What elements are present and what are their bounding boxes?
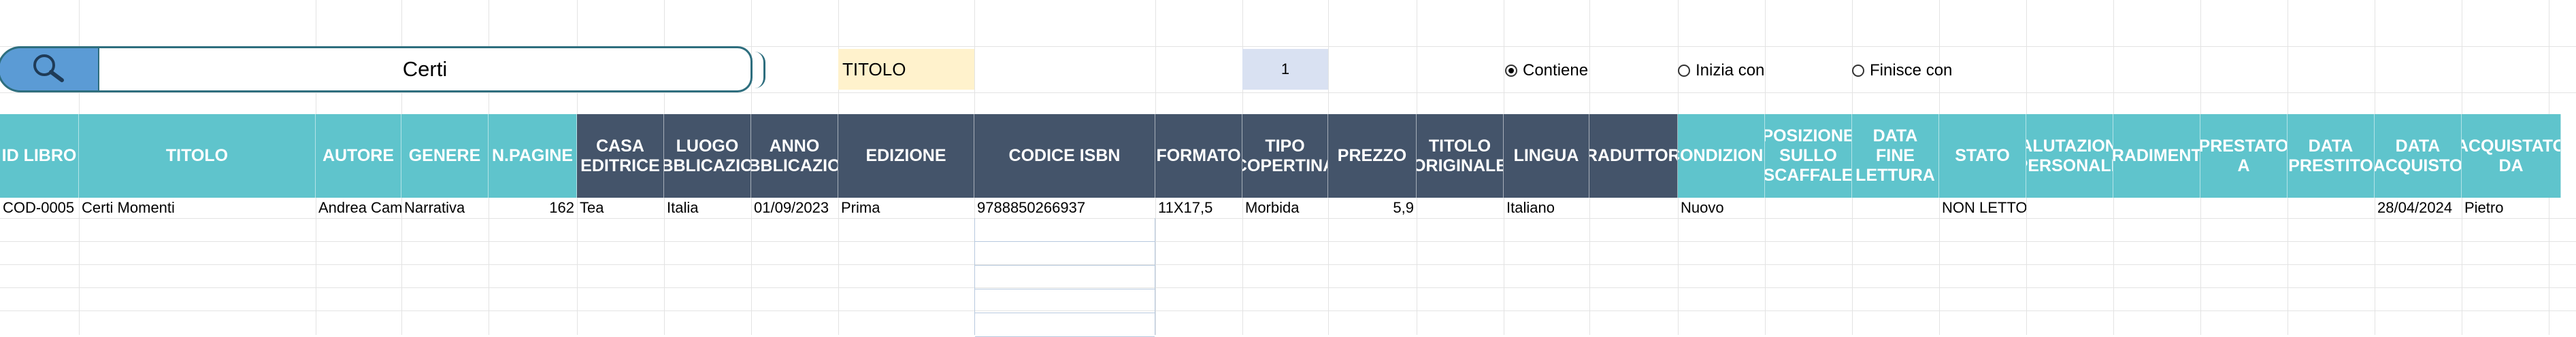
cell-gradimento[interactable] — [2113, 198, 2200, 218]
cell-titolo-originale[interactable] — [1417, 198, 1504, 218]
cell-genere[interactable]: Narrativa — [401, 198, 489, 218]
cell-casa-editrice[interactable]: Tea — [577, 198, 664, 218]
cell-codice-isbn[interactable]: 9788850266937 — [974, 198, 1155, 218]
cell-edizione[interactable]: Prima — [838, 198, 974, 218]
search-button[interactable] — [0, 46, 98, 92]
header-data-prestito[interactable]: DATA PRESTITO — [2288, 114, 2375, 198]
cell-condizione[interactable]: Nuovo — [1678, 198, 1765, 218]
cell-data-fine-lettura[interactable] — [1852, 198, 1939, 218]
header-titolo[interactable]: TITOLO — [79, 114, 316, 198]
radio-label: Inizia con — [1696, 61, 1765, 79]
search-icon — [28, 52, 70, 88]
header-stato[interactable]: STATO — [1939, 114, 2026, 198]
header-genere[interactable]: GENERE — [401, 114, 489, 198]
header-anno-pubblicazione[interactable]: ANNO PUBBLICAZIONE — [751, 114, 838, 198]
radio-empty-icon — [1678, 65, 1690, 77]
header-data-fine-lettura[interactable]: DATA FINE LETTURA — [1852, 114, 1939, 198]
header-n-pagine[interactable]: N.PAGINE — [489, 114, 577, 198]
search-input[interactable]: Certi — [98, 46, 753, 92]
header-lingua[interactable]: LINGUA — [1504, 114, 1589, 198]
cell-id-libro[interactable]: COD-0005 — [0, 198, 79, 218]
cell-traduttore[interactable] — [1589, 198, 1678, 218]
header-titolo-originale[interactable]: TITOLO ORIGINALE — [1417, 114, 1504, 198]
cell-acquistato-da[interactable]: Pietro — [2462, 198, 2561, 218]
cell-lingua[interactable]: Italiano — [1504, 198, 1589, 218]
header-traduttore[interactable]: TRADUTTORE — [1589, 114, 1678, 198]
header-codice-isbn[interactable]: CODICE ISBN — [974, 114, 1155, 198]
search-bar: Certi — [0, 46, 765, 92]
header-valutazione-personale[interactable]: VALUTAZIONE PERSONALE — [2026, 114, 2113, 198]
cell-luogo-pubblicazione[interactable]: Italia — [664, 198, 751, 218]
cell-stato[interactable]: NON LETTO — [1939, 198, 2026, 218]
header-luogo-pubblicazione[interactable]: LUOGO PUBBLICAZIONE — [664, 114, 751, 198]
header-formato[interactable]: FORMATO — [1155, 114, 1242, 198]
search-field-cell[interactable]: TITOLO — [838, 49, 974, 90]
header-edizione[interactable]: EDIZIONE — [838, 114, 974, 198]
header-casa-editrice[interactable]: CASA EDITRICE — [577, 114, 664, 198]
radio-contiene[interactable]: Contiene — [1505, 61, 1589, 79]
header-posizione-scaffale[interactable]: POSIZIONE SULLO SCAFFALE — [1765, 114, 1852, 198]
radio-selected-icon — [1505, 65, 1517, 77]
cell-titolo[interactable]: Certi Momenti — [79, 198, 316, 218]
header-id-libro[interactable]: ID LIBRO — [0, 114, 79, 198]
cell-autore[interactable]: Andrea Cami — [316, 198, 401, 218]
isbn-column-border — [974, 218, 1155, 337]
radio-empty-icon — [1852, 65, 1864, 77]
cell-data-prestito[interactable] — [2288, 198, 2375, 218]
cell-posizione-scaffale[interactable] — [1765, 198, 1852, 218]
cell-n-pagine[interactable]: 162 — [489, 198, 577, 218]
radio-finisce-con[interactable]: Finisce con — [1852, 61, 1953, 79]
header-prestato-a[interactable]: PRESTATO A — [2200, 114, 2288, 198]
cell-prestato-a[interactable] — [2200, 198, 2288, 218]
header-acquistato-da[interactable]: ACQUISTATO DA — [2462, 114, 2561, 198]
radio-inizia-con[interactable]: Inizia con — [1678, 61, 1765, 79]
search-input-edge — [753, 52, 765, 88]
cell-anno-pubblicazione[interactable]: 01/09/2023 — [751, 198, 838, 218]
header-tipo-copertina[interactable]: TIPO COPERTINA — [1242, 114, 1328, 198]
cell-data-acquisto[interactable]: 28/04/2024 — [2375, 198, 2462, 218]
header-data-acquisto[interactable]: DATA ACQUISTO — [2375, 114, 2462, 198]
cell-valutazione-personale[interactable] — [2026, 198, 2113, 218]
radio-label: Contiene — [1523, 61, 1589, 79]
header-autore[interactable]: AUTORE — [316, 114, 401, 198]
radio-label: Finisce con — [1870, 61, 1953, 79]
result-count-cell: 1 — [1242, 49, 1328, 90]
header-condizione[interactable]: CONDIZIONE — [1678, 114, 1765, 198]
cell-tipo-copertina[interactable]: Morbida — [1242, 198, 1328, 218]
cell-prezzo[interactable]: 5,9 — [1328, 198, 1417, 218]
cell-formato[interactable]: 11X17,5 — [1155, 198, 1242, 218]
header-gradimento[interactable]: GRADIMENTO — [2113, 114, 2200, 198]
header-prezzo[interactable]: PREZZO — [1328, 114, 1417, 198]
